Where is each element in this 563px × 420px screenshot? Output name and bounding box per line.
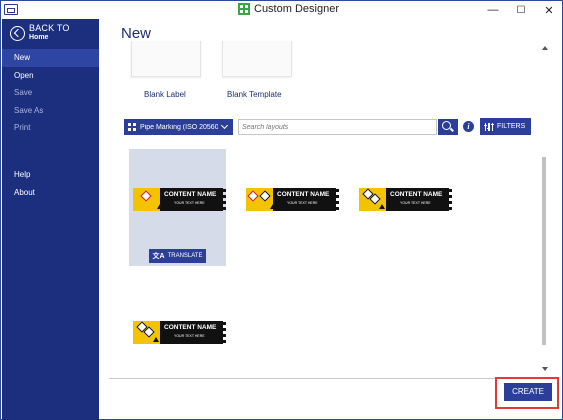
category-dropdown-value: Pipe Marking (ISO 20560) [140, 123, 218, 131]
window-title-text: Custom Designer [254, 3, 339, 15]
scroll-down-arrow-icon[interactable] [542, 367, 548, 371]
sidebar-item-print[interactable]: Print [2, 119, 99, 137]
maximize-button[interactable]: ☐ [507, 1, 535, 19]
back-subtitle: Home [29, 34, 49, 41]
sidebar: BACK TO Home New Open Save Save As Print… [2, 19, 99, 420]
back-to-home-button[interactable]: BACK TO Home [10, 19, 70, 47]
filters-button[interactable]: FILTERS [480, 118, 531, 135]
page-title: New [121, 25, 152, 42]
search-input[interactable] [238, 119, 437, 135]
translate-icon: 文A [152, 253, 165, 260]
layout-thumbnail-2[interactable]: CONTENT NAME YOUR TEXT HERE [246, 188, 339, 211]
translate-label: TRANSLATE [167, 253, 203, 259]
sidebar-item-help[interactable]: Help [2, 166, 99, 184]
layout-thumbnail-3[interactable]: CONTENT NAME YOUR TEXT HERE [359, 188, 452, 211]
back-title: BACK TO [29, 23, 70, 33]
close-button[interactable]: ✕ [535, 1, 563, 19]
blank-label-card[interactable] [131, 41, 201, 77]
footer-divider [109, 378, 557, 379]
grid-icon [128, 123, 136, 131]
layout-sub-text: YOUR TEXT HERE [174, 334, 205, 338]
layout-content-name: CONTENT NAME [277, 191, 330, 198]
blank-template-card[interactable] [222, 41, 292, 77]
window-menu-icon[interactable] [4, 4, 18, 15]
layout-thumbnail-1[interactable]: CONTENT NAME YOUR TEXT HERE [133, 188, 226, 211]
layout-sub-text: YOUR TEXT HERE [400, 201, 431, 205]
sidebar-item-open[interactable]: Open [2, 67, 99, 85]
title-bar: Custom Designer — ☐ ✕ [1, 1, 562, 19]
hazard-diamond-icon [259, 190, 271, 202]
layout-sub-text: YOUR TEXT HERE [287, 201, 318, 205]
warning-triangle-icon [153, 337, 159, 342]
blank-label-caption[interactable]: Blank Label [144, 90, 186, 99]
category-dropdown[interactable]: Pipe Marking (ISO 20560) [124, 119, 233, 135]
flammable-diamond-icon [140, 190, 152, 202]
minimize-button[interactable]: — [479, 1, 507, 19]
sidebar-item-about[interactable]: About [2, 184, 99, 202]
sidebar-item-save-as[interactable]: Save As [2, 102, 99, 120]
app-logo-icon [238, 3, 250, 15]
sidebar-item-save[interactable]: Save [2, 84, 99, 102]
app-window: Custom Designer — ☐ ✕ BACK TO Home New O… [0, 0, 563, 420]
chevron-down-icon [220, 121, 229, 130]
info-icon[interactable]: i [463, 121, 474, 132]
flow-arrows-icon [336, 189, 340, 210]
back-arrow-icon [10, 25, 25, 41]
filters-label: FILTERS [497, 123, 526, 130]
layout-thumbnail-4[interactable]: CONTENT NAME YOUR TEXT HERE [133, 321, 226, 344]
search-button[interactable] [438, 119, 458, 135]
flow-arrows-icon [449, 189, 453, 210]
sidebar-item-new[interactable]: New [2, 49, 99, 67]
scroll-up-arrow-icon[interactable] [542, 46, 548, 50]
scrollbar-thumb[interactable] [542, 157, 546, 345]
create-button[interactable]: CREATE [504, 383, 552, 401]
blank-template-caption[interactable]: Blank Template [227, 90, 282, 99]
layout-content-name: CONTENT NAME [164, 324, 217, 331]
layout-content-name: CONTENT NAME [390, 191, 443, 198]
filter-sliders-icon [484, 122, 494, 131]
flow-arrows-icon [223, 322, 227, 343]
window-title: Custom Designer [238, 3, 339, 15]
translate-button[interactable]: 文A TRANSLATE [149, 249, 206, 263]
warning-triangle-icon [379, 204, 385, 209]
layout-sub-text: YOUR TEXT HERE [174, 201, 205, 205]
layout-content-name: CONTENT NAME [164, 191, 217, 198]
flammable-diamond-icon [247, 190, 259, 202]
flow-arrows-icon [223, 189, 227, 210]
